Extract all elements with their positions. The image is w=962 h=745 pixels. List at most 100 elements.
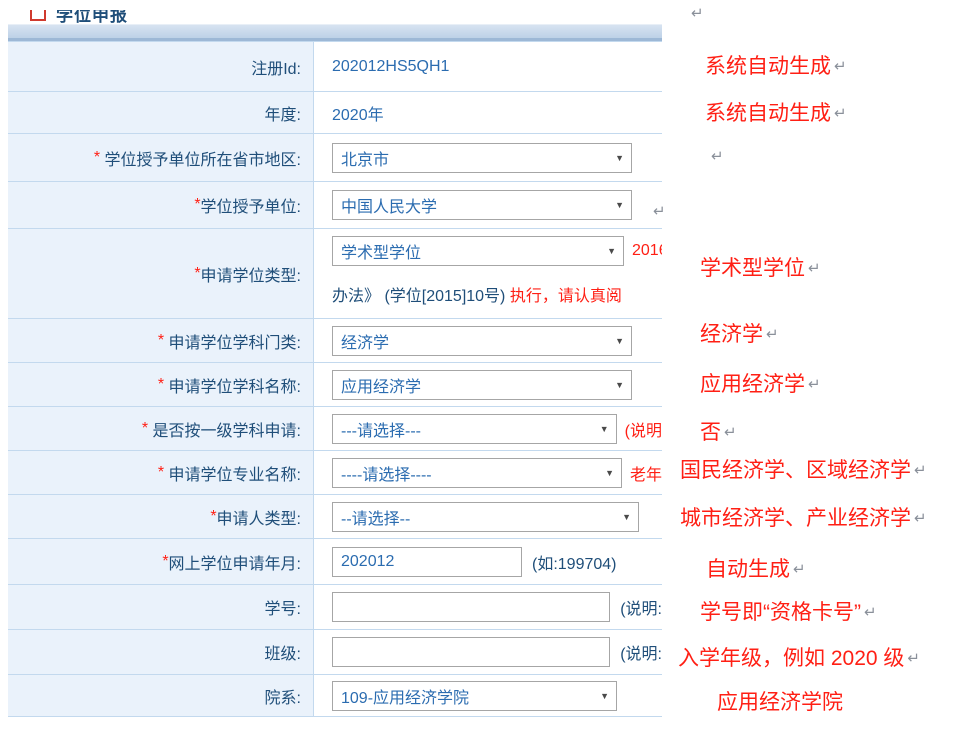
return-mark-icon: ↵: [834, 105, 847, 122]
row-province: * 学位授予单位所在省市地区: 北京市 ▼: [8, 134, 662, 182]
selected-option: 北京市: [341, 146, 389, 170]
panel-title-row: 学位申报: [8, 10, 662, 24]
required-asterisk: *: [158, 376, 169, 394]
annotation-discipline-category: 经济学↵: [700, 318, 779, 348]
dropdown-arrow-icon: ▼: [622, 512, 631, 522]
dropdown-arrow-icon: ▼: [615, 153, 624, 163]
return-mark-icon: ↵: [914, 510, 927, 527]
return-mark-icon: ↵: [766, 326, 779, 343]
apply-yearmonth-input[interactable]: [332, 547, 522, 577]
return-mark-icon: ↵: [914, 462, 927, 479]
field-label: 注册Id:: [251, 55, 301, 79]
field-label: 网上学位申请年月:: [169, 550, 301, 574]
register-id-value: 202012HS5QH1: [332, 58, 449, 76]
annotation-department: 应用经济学院: [717, 686, 846, 716]
first-level-note-red: (说明: [625, 417, 662, 441]
field-label: 班级:: [265, 640, 301, 664]
return-mark-icon: ↵: [691, 5, 704, 22]
paragraph-mark: ↵: [708, 145, 724, 169]
row-register-id: 注册Id: 202012HS5QH1: [8, 42, 662, 92]
required-asterisk: *: [94, 149, 105, 167]
field-label: 申请人类型:: [217, 505, 301, 529]
row-discipline-category: * 申请学位学科门类: 经济学 ▼: [8, 319, 662, 363]
annotation-student-id: 学号即“资格卡号”↵: [700, 596, 877, 626]
annotation-first-level: 否↵: [700, 416, 737, 446]
discipline-category-select[interactable]: 经济学 ▼: [332, 326, 632, 356]
major-name-select[interactable]: ----请选择---- ▼: [332, 458, 622, 488]
field-label: 学位授予单位:: [201, 193, 301, 217]
row-student-id: 学号: (说明:: [8, 585, 662, 630]
return-mark-icon: ↵: [711, 148, 724, 165]
degree-type-note-line2: 办法》 (学位[2015]10号): [332, 288, 510, 305]
dropdown-arrow-icon: ▼: [615, 336, 624, 346]
dropdown-arrow-icon: ▼: [600, 424, 609, 434]
applicant-type-select[interactable]: --请选择-- ▼: [332, 502, 639, 532]
return-mark-icon: ↵: [808, 260, 821, 277]
screenshot-root: 学位申报 注册Id: 202012HS5QH1 年度: 2020年 * 学位授予…: [0, 0, 962, 745]
form-table: 注册Id: 202012HS5QH1 年度: 2020年 * 学位授予单位所在省…: [8, 41, 662, 717]
dropdown-arrow-icon: ▼: [615, 380, 624, 390]
class-hint: (说明:: [620, 640, 662, 664]
discipline-name-select[interactable]: 应用经济学 ▼: [332, 370, 632, 400]
row-degree-type: *申请学位类型: 学术型学位 ▼ 2016 办法》 (学位[2015]10号) …: [8, 229, 662, 319]
field-label: 院系:: [265, 684, 301, 708]
return-mark-icon: ↵: [653, 203, 666, 220]
row-degree-unit: *学位授予单位: 中国人民大学 ▼: [8, 182, 662, 229]
annotation-major-line2: 城市经济学、产业经济学↵: [680, 502, 927, 532]
row-department: 院系: 109-应用经济学院 ▼: [8, 675, 662, 717]
row-class: 班级: (说明:: [8, 630, 662, 675]
return-mark-icon: ↵: [864, 604, 877, 621]
province-select[interactable]: 北京市 ▼: [332, 143, 632, 173]
field-label: 申请学位专业名称:: [169, 461, 301, 485]
selected-option: 学术型学位: [341, 239, 421, 263]
degree-unit-select[interactable]: 中国人民大学 ▼: [332, 190, 632, 220]
form-section-icon: [30, 10, 46, 21]
row-first-level-apply: * 是否按一级学科申请: ---请选择--- ▼ (说明: [8, 407, 662, 451]
annotation-discipline-name: 应用经济学↵: [700, 368, 821, 398]
department-select[interactable]: 109-应用经济学院 ▼: [332, 681, 617, 711]
annotation-apply-yearmonth: 自动生成↵: [706, 553, 806, 583]
dropdown-arrow-icon: ▼: [605, 468, 614, 478]
student-id-hint: (说明:: [620, 595, 662, 619]
paragraph-mark: ↵: [688, 2, 704, 26]
row-major-name: * 申请学位专业名称: ----请选择---- ▼ 老年: [8, 451, 662, 495]
selected-option: --请选择--: [341, 505, 410, 529]
dropdown-arrow-icon: ▼: [615, 200, 624, 210]
annotation-year: 系统自动生成↵: [705, 97, 847, 127]
annotation-degree-type: 学术型学位↵: [700, 252, 821, 282]
degree-application-form-panel: 学位申报 注册Id: 202012HS5QH1 年度: 2020年 * 学位授予…: [8, 10, 662, 717]
required-asterisk: *: [142, 420, 153, 438]
student-id-input[interactable]: [332, 592, 610, 622]
degree-type-note-line2-red: 执行，请认真阅: [510, 288, 622, 305]
dropdown-arrow-icon: ▼: [607, 246, 616, 256]
annotation-register-id: 系统自动生成↵: [705, 50, 847, 80]
field-label: 是否按一级学科申请:: [153, 417, 301, 441]
annotation-class: 入学年级，例如 2020 级↵: [678, 642, 920, 672]
selected-option: ----请选择----: [341, 461, 432, 485]
degree-type-select[interactable]: 学术型学位 ▼: [332, 236, 624, 266]
return-mark-icon: ↵: [724, 424, 737, 441]
required-asterisk: *: [158, 332, 169, 350]
field-label: 申请学位类型:: [201, 262, 301, 286]
field-label: 学位授予单位所在省市地区:: [105, 146, 301, 170]
return-mark-icon: ↵: [907, 650, 920, 667]
return-mark-icon: ↵: [808, 376, 821, 393]
major-name-note-red: 老年: [630, 461, 662, 485]
row-applicant-type: *申请人类型: --请选择-- ▼: [8, 495, 662, 539]
selected-option: ---请选择---: [341, 417, 421, 441]
field-label: 申请学位学科门类:: [169, 329, 301, 353]
return-mark-icon: ↵: [793, 561, 806, 578]
selected-option: 109-应用经济学院: [341, 684, 469, 708]
field-label: 申请学位学科名称:: [169, 373, 301, 397]
class-input[interactable]: [332, 637, 610, 667]
required-asterisk: *: [158, 464, 169, 482]
panel-title: 学位申报: [56, 10, 128, 24]
panel-header-bar: [8, 24, 662, 41]
year-value: 2020年: [332, 101, 384, 125]
annotation-major-line1: 国民经济学、区域经济学↵: [680, 454, 927, 484]
field-label: 年度:: [265, 101, 301, 125]
row-year: 年度: 2020年: [8, 92, 662, 134]
first-level-apply-select[interactable]: ---请选择--- ▼: [332, 414, 617, 444]
selected-option: 经济学: [341, 329, 389, 353]
row-apply-yearmonth: *网上学位申请年月: (如:199704): [8, 539, 662, 585]
